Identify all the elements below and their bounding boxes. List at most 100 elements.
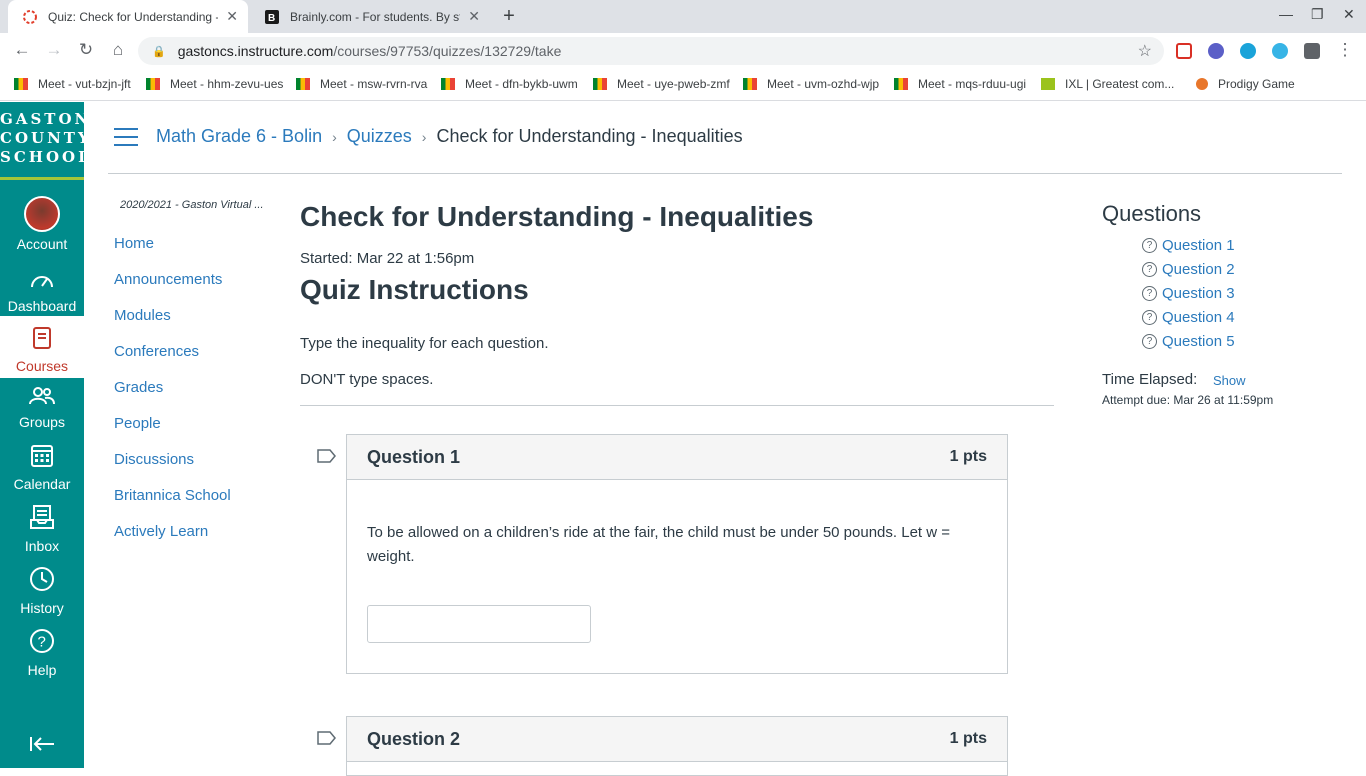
close-tab-icon[interactable]: ✕ (468, 8, 480, 25)
bookmark-label: Meet - msw-rvrn-rva (320, 77, 428, 91)
sidebar-question-label: Question 3 (1162, 285, 1235, 302)
forward-icon[interactable]: → (43, 40, 65, 60)
browser-toolbar: ← → ↻ ⌂ 🔒 gastoncs.instructure.com/cours… (0, 33, 1366, 69)
bookmark-item[interactable]: Meet - hhm-zevu-ues (146, 77, 283, 91)
course-nav-home[interactable]: Home (114, 235, 154, 252)
brainly-favicon-icon: B (264, 9, 280, 25)
course-nav-grades[interactable]: Grades (114, 379, 163, 396)
avatar (24, 196, 60, 232)
help-icon: ? (0, 628, 84, 660)
bookmark-item[interactable]: Meet - mqs-rduu-ugi (894, 77, 1026, 91)
bookmark-label: Meet - mqs-rduu-ugi (918, 77, 1027, 91)
extension-icon[interactable] (1240, 43, 1256, 59)
browser-tab-brainly[interactable]: B Brainly.com - For students. By st ✕ (250, 0, 490, 33)
dashboard-icon (0, 270, 84, 296)
meet-icon (441, 78, 455, 90)
collapse-arrow-icon (0, 732, 84, 758)
global-nav-dashboard[interactable]: Dashboard (0, 270, 84, 314)
close-tab-icon[interactable]: ✕ (226, 8, 238, 25)
instructions-heading: Quiz Instructions (300, 274, 529, 305)
sidebar-question-link[interactable]: ? Question 3 (1142, 285, 1235, 302)
course-nav-people[interactable]: People (114, 415, 161, 432)
instructions-divider (300, 405, 1054, 406)
address-bar[interactable]: 🔒 gastoncs.instructure.com/courses/97753… (138, 37, 1164, 65)
global-nav-account[interactable]: Account (0, 196, 84, 252)
breadcrumb-course[interactable]: Math Grade 6 - Bolin (156, 126, 322, 147)
course-nav-britannica[interactable]: Britannica School (114, 487, 231, 504)
back-icon[interactable]: ← (11, 40, 33, 60)
course-nav-actively-learn[interactable]: Actively Learn (114, 523, 208, 540)
sidebar-question-link[interactable]: ? Question 2 (1142, 261, 1235, 278)
question-points: 1 pts (949, 730, 987, 747)
course-term: 2020/2021 - Gaston Virtual ... (120, 199, 264, 211)
calendar-icon (0, 442, 84, 474)
flag-question-icon[interactable] (317, 731, 336, 745)
show-time-link[interactable]: Show (1213, 373, 1246, 388)
quiz-started-time: Started: Mar 22 at 1:56pm (300, 250, 475, 267)
puzzle-extensions-icon[interactable] (1304, 43, 1320, 59)
global-nav-help[interactable]: ? Help (0, 628, 84, 678)
questions-sidebar-title: Questions (1102, 201, 1202, 226)
global-nav-courses[interactable]: Courses (0, 316, 84, 378)
minimize-icon[interactable]: — (1279, 6, 1293, 22)
global-nav-history[interactable]: History (0, 566, 84, 616)
extension-icon[interactable] (1272, 43, 1288, 59)
gmail-extension-icon[interactable] (1176, 43, 1192, 59)
sidebar-question-link[interactable]: ? Question 4 (1142, 309, 1235, 326)
close-window-icon[interactable]: ✕ (1343, 6, 1355, 23)
restore-icon[interactable]: ❐ (1311, 6, 1324, 23)
question-mark-icon: ? (1142, 262, 1157, 277)
breadcrumb: Math Grade 6 - Bolin › Quizzes › Check f… (156, 126, 743, 147)
bookmark-label: Meet - dfn-bykb-uwm (465, 77, 578, 91)
meet-icon (14, 78, 28, 90)
bookmark-item[interactable]: Meet - dfn-bykb-uwm (441, 77, 578, 91)
reload-icon[interactable]: ↻ (75, 40, 97, 60)
flag-question-icon[interactable] (317, 449, 336, 463)
instruction-text: Type the inequality for each question. (300, 335, 549, 352)
collapse-nav-button[interactable] (0, 732, 84, 760)
course-nav-discussions[interactable]: Discussions (114, 451, 194, 468)
course-nav-announcements[interactable]: Announcements (114, 271, 222, 288)
bookmark-item[interactable]: Prodigy Game (1196, 77, 1295, 91)
question-header: Question 1 1 pts (347, 435, 1007, 480)
url-path: /courses/97753/quizzes/132729/take (333, 43, 562, 59)
global-nav-calendar[interactable]: Calendar (0, 442, 84, 492)
bookmark-label: IXL | Greatest com... (1065, 77, 1175, 91)
sidebar-question-label: Question 2 (1162, 261, 1235, 278)
meet-icon (743, 78, 757, 90)
sidebar-question-link[interactable]: ? Question 1 (1142, 237, 1235, 254)
chevron-right-icon: › (421, 128, 427, 145)
bookmark-item[interactable]: Meet - uvm-ozhd-wjp (743, 77, 879, 91)
sidebar-question-link[interactable]: ? Question 5 (1142, 333, 1235, 350)
extension-icon[interactable] (1208, 43, 1224, 59)
global-nav-groups[interactable]: Groups (0, 386, 84, 430)
bookmark-star-icon[interactable]: ☆ (1138, 41, 1152, 61)
bookmark-item[interactable]: IXL | Greatest com... (1041, 77, 1174, 91)
question-points: 1 pts (949, 448, 987, 465)
new-tab-icon[interactable]: + (498, 5, 520, 28)
canvas-favicon-icon (22, 9, 38, 25)
global-nav-inbox[interactable]: Inbox (0, 504, 84, 554)
global-nav-label: Groups (19, 414, 65, 430)
gaston-county-schools-logo[interactable]: GASTON COUNTY SCHOOLS (0, 110, 102, 180)
bookmark-item[interactable]: Meet - msw-rvrn-rva (296, 77, 427, 91)
global-nav-label: Calendar (13, 476, 71, 492)
global-nav-label: History (20, 600, 64, 616)
bookmark-item[interactable]: Meet - vut-bzjn-jft (14, 77, 131, 91)
menu-kebab-icon[interactable]: ⋮ (1334, 40, 1356, 60)
browser-tab-quiz[interactable]: Quiz: Check for Understanding - ✕ (8, 0, 248, 33)
inbox-icon (0, 504, 84, 536)
meet-icon (296, 78, 310, 90)
breadcrumb-quizzes[interactable]: Quizzes (347, 126, 412, 147)
breadcrumb-current: Check for Understanding - Inequalities (436, 126, 743, 146)
answer-input[interactable] (367, 605, 591, 643)
global-nav-label: Inbox (24, 538, 60, 554)
sidebar-question-label: Question 4 (1162, 309, 1235, 326)
course-nav-modules[interactable]: Modules (114, 307, 171, 324)
hamburger-menu-icon[interactable] (114, 128, 138, 152)
bookmark-item[interactable]: Meet - uye-pweb-zmf (593, 77, 730, 91)
home-icon[interactable]: ⌂ (107, 40, 129, 60)
courses-book-icon (0, 326, 84, 356)
course-nav-conferences[interactable]: Conferences (114, 343, 199, 360)
bookmarks-bar: Meet - vut-bzjn-jft Meet - hhm-zevu-ues … (0, 69, 1366, 101)
